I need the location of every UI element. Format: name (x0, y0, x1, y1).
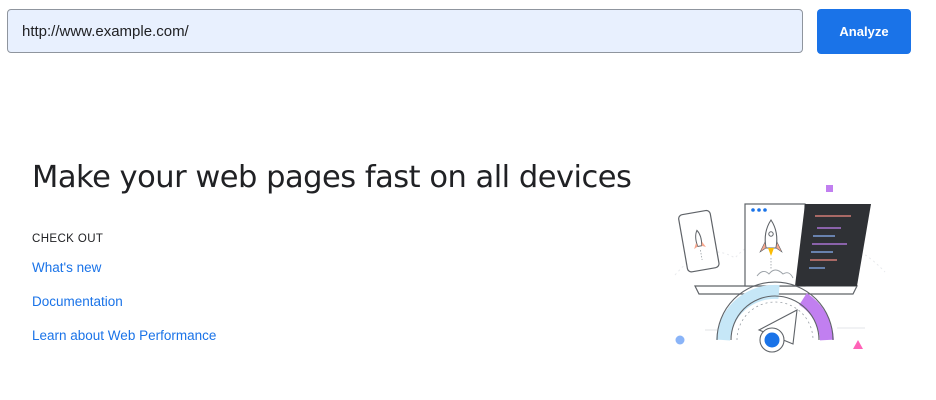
pagespeed-home: Analyze Make your web pages fast on all … (0, 0, 936, 400)
documentation-link[interactable]: Documentation (32, 294, 123, 309)
page-title: Make your web pages fast on all devices (32, 160, 632, 195)
check-out-label: CHECK OUT (32, 233, 104, 245)
devices-speed-illustration-icon (674, 185, 886, 353)
url-input[interactable] (7, 9, 803, 53)
analyze-button[interactable]: Analyze (817, 9, 911, 54)
whats-new-link[interactable]: What's new (32, 260, 101, 275)
learn-web-performance-link[interactable]: Learn about Web Performance (32, 328, 216, 343)
